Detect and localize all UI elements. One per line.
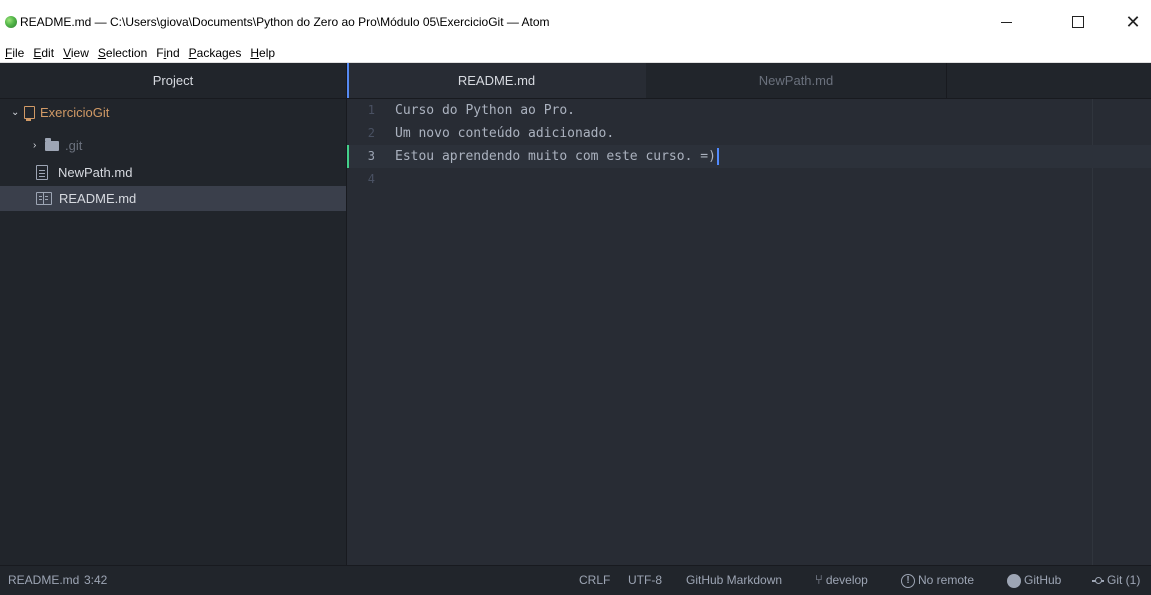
git-label: Git (1) [1107,573,1141,587]
line-number: 4 [367,172,375,186]
github-octocat-icon [1007,573,1021,588]
tree-item-label: README.md [59,191,137,206]
git-commit-icon [1092,576,1104,584]
tab-bar: README.md NewPath.md [347,63,1151,99]
status-bar: README.md 3:42 CRLF UTF-8 GitHub Markdow… [0,565,1151,595]
close-icon: ✕ [1125,11,1141,33]
tree-root-folder[interactable]: ⌄ ExercicioGit [0,100,357,125]
line-text: Um novo conteúdo adicionado. [395,126,615,141]
folder-icon [45,137,59,151]
file-text-icon [36,165,48,180]
tree-item-git-folder[interactable]: › .git [0,133,379,158]
tree-root-label: ExercicioGit [40,105,110,120]
menu-selection[interactable]: Selection [93,46,151,60]
repo-icon [23,105,35,121]
sidebar-header[interactable]: Project [0,63,346,99]
line-text: Estou aprendendo muito com este curso. =… [395,145,719,168]
menu-help[interactable]: Help [245,46,279,60]
tree-item-label: .git [65,138,83,153]
remote-label: No remote [918,573,975,587]
status-line-ending[interactable]: CRLF [579,566,610,595]
close-button[interactable]: ✕ [1113,8,1151,36]
tree-item-readme[interactable]: README.md [0,186,382,211]
tab-readme[interactable]: README.md [347,63,646,98]
tab-newpath[interactable]: NewPath.md [646,63,947,98]
line-text-content: Estou aprendendo muito com este curso. =… [395,149,716,164]
status-git[interactable]: Git (1) [1092,566,1140,595]
atom-app-icon [5,16,17,28]
chevron-down-icon: ⌄ [11,107,20,118]
line-number: 1 [367,103,375,117]
menu-packages[interactable]: Packages [184,46,246,60]
line-number: 2 [367,126,375,140]
menu-find[interactable]: Find [151,46,183,60]
status-branch[interactable]: ⑂ develop [815,566,868,595]
menu-bar: File Edit View Selection Find Packages H… [0,42,1151,63]
editor-line[interactable]: 4 [347,168,1151,191]
tree-item-newpath[interactable]: NewPath.md [0,160,382,185]
tree-item-label: NewPath.md [58,165,133,180]
git-branch-icon: ⑂ [815,573,823,589]
status-github[interactable]: GitHub [1007,566,1061,595]
editor-line[interactable]: 1 Curso do Python ao Pro. [347,99,1151,122]
status-remote[interactable]: ! No remote [901,566,974,595]
status-encoding[interactable]: UTF-8 [628,566,662,595]
book-icon [36,192,52,205]
minimize-icon [1001,21,1012,23]
project-sidebar: Project ⌄ ExercicioGit › .git NewPath.md… [0,63,382,565]
status-grammar[interactable]: GitHub Markdown [686,566,782,595]
maximize-icon [1072,16,1084,28]
status-file-name[interactable]: README.md [8,566,79,595]
maximize-button[interactable] [1058,8,1098,36]
menu-edit[interactable]: Edit [28,46,58,60]
tab-label: NewPath.md [758,73,834,88]
text-cursor [716,148,719,165]
editor-line[interactable]: 2 Um novo conteúdo adicionado. [347,122,1151,145]
menu-file[interactable]: File [0,46,28,60]
title-bar: README.md — C:\Users\giova\Documents\Pyt… [0,0,1151,42]
alert-icon: ! [901,573,915,588]
line-number: 3 [367,149,375,163]
branch-label: develop [825,573,868,587]
status-cursor-position[interactable]: 3:42 [84,566,107,595]
github-label: GitHub [1024,573,1062,587]
tab-label: README.md [457,73,536,88]
minimize-button[interactable] [1001,8,1041,36]
editor-line-active[interactable]: 3 Estou aprendendo muito com este curso.… [347,145,1151,168]
text-editor[interactable]: 1 Curso do Python ao Pro. 2 Um novo cont… [347,99,1151,565]
window-title: README.md — C:\Users\giova\Documents\Pyt… [20,15,550,29]
menu-view[interactable]: View [58,46,93,60]
chevron-right-icon: › [33,140,37,151]
line-text: Curso do Python ao Pro. [395,103,576,118]
